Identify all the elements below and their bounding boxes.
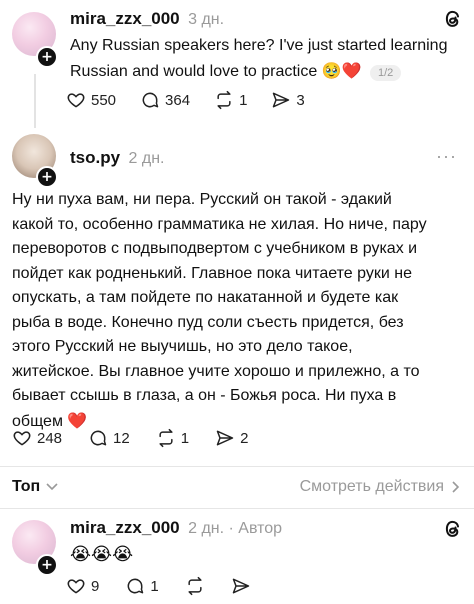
- repost-button[interactable]: 1: [214, 90, 247, 110]
- repost-count: 1: [180, 429, 190, 447]
- text-line: переворотов с подвыподвертом с учебником…: [12, 240, 418, 257]
- share-icon: [273, 92, 290, 108]
- like-button[interactable]: 248: [12, 428, 62, 448]
- chevron-right-icon: [452, 481, 460, 493]
- comment-button[interactable]: 364: [140, 90, 190, 110]
- like-count: 9: [91, 577, 100, 595]
- follow-plus-icon[interactable]: +: [36, 554, 58, 576]
- like-button[interactable]: 550: [66, 90, 116, 110]
- author-badge: Автор: [238, 520, 283, 537]
- reply-text: Ну ни пуха вам, ни пера. Русский он тако…: [12, 188, 467, 434]
- repost-icon: [159, 428, 173, 448]
- like-count: 248: [37, 429, 63, 447]
- username[interactable]: mira_zzx_000: [70, 518, 180, 537]
- text-line: опускать, а там пойдете по накатанной и …: [12, 289, 399, 306]
- repost-count: 1: [239, 91, 248, 109]
- timestamp: 2 дн.: [188, 520, 225, 537]
- sort-dropdown[interactable]: Топ: [12, 478, 58, 496]
- sort-label: Топ: [12, 478, 41, 495]
- comment-button[interactable]: 1: [125, 576, 159, 596]
- repost-icon: [217, 90, 231, 110]
- follow-plus-icon[interactable]: +: [36, 166, 58, 188]
- like-button[interactable]: 9: [66, 576, 99, 596]
- username[interactable]: mira_zzx_000: [70, 9, 180, 28]
- heart-icon: [67, 579, 85, 594]
- username[interactable]: tso.py: [70, 148, 120, 167]
- divider: [0, 508, 474, 509]
- text-line: этого Русский не выучишь, но это дело та…: [12, 338, 353, 355]
- divider: [0, 466, 474, 467]
- repost-button[interactable]: [185, 576, 205, 596]
- text-line: бывает ссышь в глаза, а он - Божья роса.…: [12, 387, 397, 404]
- more-options-icon[interactable]: ···: [436, 146, 457, 167]
- text-line: общем: [12, 412, 63, 430]
- comment-count: 1: [150, 577, 159, 595]
- like-count: 550: [91, 91, 117, 109]
- text-line: рыба в воде. Конечно пуд соли съесть при…: [12, 313, 404, 331]
- chevron-down-icon: [46, 483, 58, 491]
- comment-count: 12: [113, 429, 130, 447]
- share-count: 2: [240, 429, 249, 447]
- share-button[interactable]: 3: [271, 90, 305, 110]
- comment-icon: [90, 430, 107, 446]
- timestamp: 3 дн.: [188, 11, 225, 28]
- view-activity-link[interactable]: Смотреть действия: [300, 478, 460, 496]
- carousel-pager-badge: 1/2: [370, 64, 402, 81]
- share-icon: [232, 578, 249, 594]
- view-activity-label: Смотреть действия: [299, 478, 444, 495]
- repost-button[interactable]: 1: [156, 428, 189, 448]
- heart-emoji: ❤️: [67, 410, 88, 430]
- follow-plus-icon[interactable]: +: [36, 46, 58, 68]
- share-button[interactable]: 2: [215, 428, 248, 448]
- reply-emoji: 😭😭😭: [70, 544, 134, 565]
- post-text-line-2: Russian and would love to practice: [70, 62, 318, 80]
- threads-logo-icon[interactable]: [443, 518, 463, 545]
- share-count: 3: [296, 91, 305, 109]
- comment-count: 364: [165, 91, 191, 109]
- heart-icon: [13, 431, 31, 446]
- dot-separator: ·: [228, 520, 234, 537]
- heart-icon: [67, 93, 85, 108]
- text-line: житейское. Вы главное учите хорошо и при…: [12, 362, 420, 380]
- repost-icon: [188, 576, 202, 596]
- timestamp: 2 дн.: [128, 150, 165, 167]
- share-icon: [216, 430, 234, 446]
- comment-button[interactable]: 12: [88, 428, 130, 448]
- thread-line: [34, 74, 36, 128]
- text-line: какой то, особенно грамматика не хилая. …: [12, 215, 427, 233]
- comment-icon: [127, 578, 144, 594]
- post-text-line-1: Any Russian speakers here? I've just sta…: [70, 37, 448, 54]
- share-button[interactable]: [231, 576, 251, 596]
- threads-logo-icon[interactable]: [443, 8, 463, 35]
- comment-icon: [142, 92, 159, 108]
- text-line: Ну ни пуха вам, ни пера. Русский он тако…: [12, 191, 392, 208]
- emoji: 🥹❤️: [321, 60, 362, 80]
- text-line: пойдет как родненький. Главное пока чита…: [12, 264, 412, 282]
